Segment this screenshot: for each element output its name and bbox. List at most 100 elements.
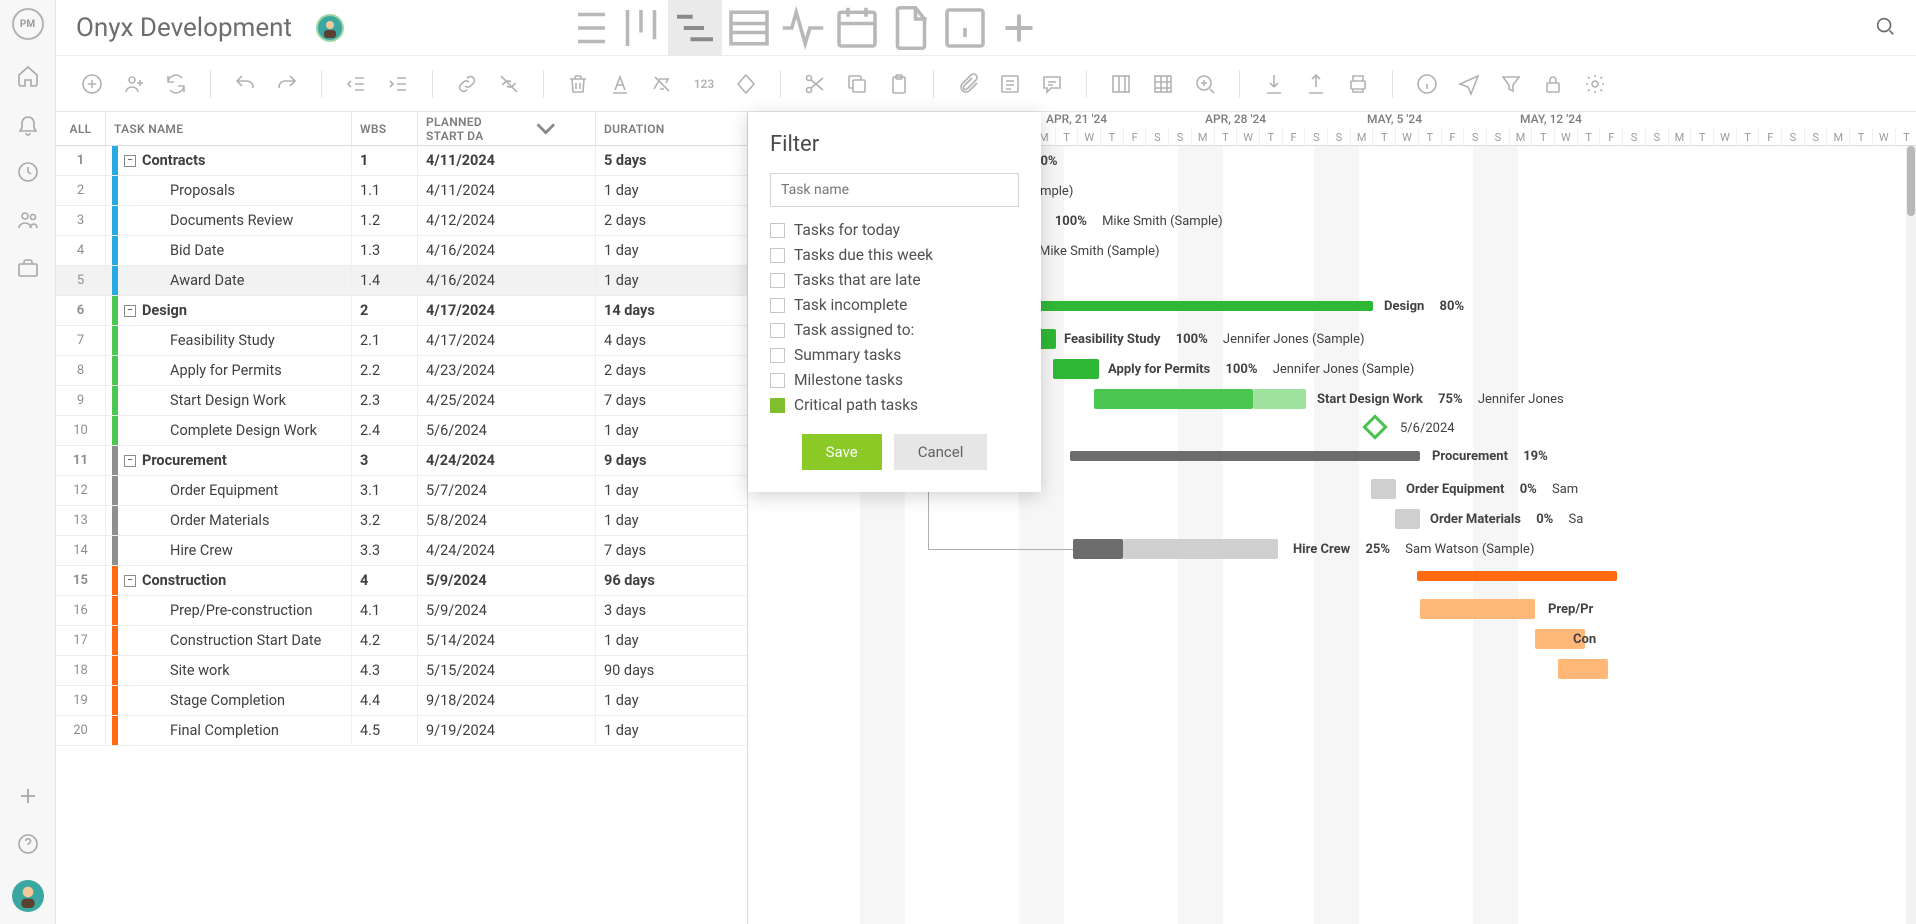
grid-icon[interactable] — [1151, 72, 1175, 96]
task-row[interactable]: 13Order Materials3.25/8/20241 day — [56, 506, 747, 536]
task-row[interactable]: 14Hire Crew3.34/24/20247 days — [56, 536, 747, 566]
task-row[interactable]: 18Site work4.35/15/202490 days — [56, 656, 747, 686]
outdent-icon[interactable] — [344, 72, 368, 96]
col-taskname[interactable]: TASK NAME — [106, 112, 352, 145]
refresh-icon[interactable] — [164, 72, 188, 96]
row-name-cell[interactable]: Construction Start Date — [106, 626, 352, 655]
checkbox[interactable] — [770, 248, 785, 263]
project-avatar[interactable] — [316, 14, 344, 42]
paste-icon[interactable] — [887, 72, 911, 96]
trash-icon[interactable] — [566, 72, 590, 96]
row-name-cell[interactable]: −Procurement — [106, 446, 352, 475]
columns-icon[interactable] — [1109, 72, 1133, 96]
row-name-cell[interactable]: Proposals — [106, 176, 352, 205]
print-icon[interactable] — [1346, 72, 1370, 96]
lock-icon[interactable] — [1541, 72, 1565, 96]
view-calendar-icon[interactable] — [830, 0, 884, 56]
task-row[interactable]: 7Feasibility Study2.14/17/20244 days — [56, 326, 747, 356]
task-row[interactable]: 8Apply for Permits2.24/23/20242 days — [56, 356, 747, 386]
filter-option[interactable]: Task incomplete — [770, 296, 1019, 314]
clock-icon[interactable] — [16, 160, 40, 184]
unlink-icon[interactable] — [497, 72, 521, 96]
view-add-icon[interactable] — [992, 0, 1046, 56]
row-name-cell[interactable]: Site work — [106, 656, 352, 685]
gbar-hirecrew[interactable] — [1073, 539, 1123, 559]
row-name-cell[interactable]: Feasibility Study — [106, 326, 352, 355]
scrollbar-vertical[interactable] — [1906, 146, 1916, 924]
search-icon[interactable] — [1874, 15, 1896, 41]
gbar-prep[interactable] — [1420, 599, 1535, 619]
task-row[interactable]: 12Order Equipment3.15/7/20241 day — [56, 476, 747, 506]
attachment-icon[interactable] — [956, 72, 980, 96]
filter-taskname-input[interactable] — [770, 173, 1019, 207]
row-name-cell[interactable]: Bid Date — [106, 236, 352, 265]
import-icon[interactable] — [1262, 72, 1286, 96]
row-name-cell[interactable]: Award Date — [106, 266, 352, 295]
zoom-icon[interactable] — [1193, 72, 1217, 96]
checkbox[interactable] — [770, 348, 785, 363]
task-row[interactable]: 11−Procurement34/24/20249 days — [56, 446, 747, 476]
clear-format-icon[interactable] — [650, 72, 674, 96]
gbar-equipment[interactable] — [1371, 479, 1396, 499]
gbar-sitework[interactable] — [1558, 659, 1608, 679]
undo-icon[interactable] — [233, 72, 257, 96]
row-name-cell[interactable]: Order Equipment — [106, 476, 352, 505]
row-name-cell[interactable]: Apply for Permits — [106, 356, 352, 385]
col-duration[interactable]: DURATION — [596, 112, 747, 145]
milestone-diamond[interactable] — [1362, 414, 1387, 439]
checkbox[interactable] — [770, 298, 785, 313]
send-icon[interactable] — [1457, 72, 1481, 96]
indent-icon[interactable] — [386, 72, 410, 96]
link-icon[interactable] — [455, 72, 479, 96]
filter-option[interactable]: Tasks due this week — [770, 246, 1019, 264]
copy-icon[interactable] — [845, 72, 869, 96]
checkbox[interactable] — [770, 323, 785, 338]
filter-save-button[interactable]: Save — [802, 434, 882, 470]
view-activity-icon[interactable] — [776, 0, 830, 56]
comment-icon[interactable] — [1040, 72, 1064, 96]
row-name-cell[interactable]: Documents Review — [106, 206, 352, 235]
view-sheet-icon[interactable] — [722, 0, 776, 56]
task-row[interactable]: 17Construction Start Date4.25/14/20241 d… — [56, 626, 747, 656]
gbar-construction[interactable] — [1417, 571, 1617, 581]
task-row[interactable]: 2Proposals1.14/11/20241 day — [56, 176, 747, 206]
task-row[interactable]: 19Stage Completion4.49/18/20241 day — [56, 686, 747, 716]
filter-option[interactable]: Task assigned to: — [770, 321, 1019, 339]
task-row[interactable]: 3Documents Review1.24/12/20242 days — [56, 206, 747, 236]
checkbox[interactable] — [770, 223, 785, 238]
row-name-cell[interactable]: Start Design Work — [106, 386, 352, 415]
view-list-icon[interactable] — [560, 0, 614, 56]
checkbox[interactable] — [770, 273, 785, 288]
collapse-toggle[interactable]: − — [124, 455, 136, 467]
row-name-cell[interactable]: Stage Completion — [106, 686, 352, 715]
filter-icon[interactable] — [1499, 72, 1523, 96]
task-row[interactable]: 20Final Completion4.59/19/20241 day — [56, 716, 747, 746]
export-icon[interactable] — [1304, 72, 1328, 96]
view-gantt-icon[interactable] — [668, 0, 722, 56]
settings-icon[interactable] — [1583, 72, 1607, 96]
view-board-icon[interactable] — [614, 0, 668, 56]
plus-icon[interactable] — [16, 784, 40, 808]
task-row[interactable]: 4Bid Date1.34/16/20241 day — [56, 236, 747, 266]
filter-cancel-button[interactable]: Cancel — [894, 434, 988, 470]
help-icon[interactable] — [16, 832, 40, 856]
home-icon[interactable] — [16, 64, 40, 88]
gbar-materials[interactable] — [1395, 509, 1420, 529]
view-file-icon[interactable] — [884, 0, 938, 56]
redo-icon[interactable] — [275, 72, 299, 96]
gbar-designwork[interactable] — [1094, 389, 1253, 409]
info-icon[interactable] — [1415, 72, 1439, 96]
task-row[interactable]: 10Complete Design Work2.45/6/20241 day — [56, 416, 747, 446]
collapse-toggle[interactable]: − — [124, 575, 136, 587]
row-name-cell[interactable]: Complete Design Work — [106, 416, 352, 445]
filter-option[interactable]: Tasks that are late — [770, 271, 1019, 289]
task-row[interactable]: 9Start Design Work2.34/25/20247 days — [56, 386, 747, 416]
collapse-toggle[interactable]: − — [124, 155, 136, 167]
row-name-cell[interactable]: −Construction — [106, 566, 352, 595]
task-row[interactable]: 1−Contracts14/11/20245 days — [56, 146, 747, 176]
gbar-procurement[interactable] — [1070, 451, 1420, 461]
task-row[interactable]: 15−Construction45/9/202496 days — [56, 566, 747, 596]
task-row[interactable]: 16Prep/Pre-construction4.15/9/20243 days — [56, 596, 747, 626]
view-info-icon[interactable] — [938, 0, 992, 56]
checkbox[interactable] — [770, 373, 785, 388]
